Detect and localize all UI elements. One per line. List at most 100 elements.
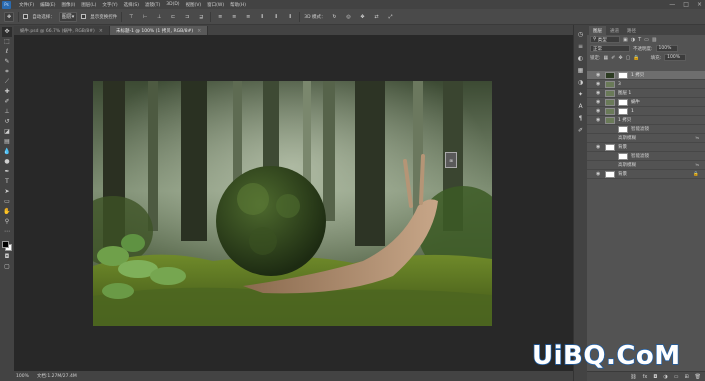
zoom-tool-icon[interactable]: ⚲: [2, 217, 12, 227]
brush-settings-icon[interactable]: ✐: [576, 127, 586, 134]
paragraph-icon[interactable]: ¶: [576, 115, 586, 122]
dodge-tool-icon[interactable]: ●: [2, 157, 12, 167]
lock-pixels-icon[interactable]: ▦: [604, 55, 609, 61]
visibility-eye-icon[interactable]: ◉: [596, 99, 602, 105]
distribute-center-icon[interactable]: ⫴: [271, 12, 281, 22]
menu-item[interactable]: 窗口(W): [207, 2, 224, 8]
menu-item[interactable]: 编辑(E): [40, 2, 55, 8]
3d-pan-icon[interactable]: ✥: [358, 12, 368, 22]
tab-paths[interactable]: 路径: [623, 26, 640, 35]
transform-handle-icon[interactable]: ⊞: [445, 152, 457, 168]
healing-tool-icon[interactable]: ✚: [2, 87, 12, 97]
tab-layers[interactable]: 图层: [589, 26, 606, 35]
screen-mode-icon[interactable]: ▢: [2, 262, 12, 272]
styles-icon[interactable]: ✦: [576, 91, 586, 98]
layer-mask-thumbnail[interactable]: [618, 71, 628, 79]
filter-smart-icon[interactable]: ▥: [652, 37, 657, 43]
filter-type-icon[interactable]: T: [638, 37, 641, 43]
align-right-icon[interactable]: ⊒: [196, 12, 206, 22]
move-tool-preset-button[interactable]: ✥: [4, 11, 15, 22]
layer-badge-icon[interactable]: 🔒: [693, 172, 699, 177]
menu-item[interactable]: 帮助(H): [230, 2, 246, 8]
foreground-color-swatch[interactable]: [2, 241, 9, 248]
layer-mask-thumbnail[interactable]: [618, 125, 628, 133]
distribute-top-icon[interactable]: ≡: [215, 12, 225, 22]
distribute-right-icon[interactable]: ⫴: [285, 12, 295, 22]
menu-item[interactable]: 视图(V): [186, 2, 202, 8]
menu-item[interactable]: 滤镜(T): [145, 2, 160, 8]
3d-scale-icon[interactable]: ⤢: [386, 12, 396, 22]
distribute-bottom-icon[interactable]: ≡: [243, 12, 253, 22]
document-canvas[interactable]: [93, 81, 492, 326]
menu-item[interactable]: 选择(S): [124, 2, 139, 8]
move-tool-icon[interactable]: ✥: [2, 27, 12, 37]
eraser-tool-icon[interactable]: ◪: [2, 127, 12, 137]
visibility-eye-icon[interactable]: ◉: [596, 117, 602, 123]
quick-select-tool-icon[interactable]: ✎: [2, 57, 12, 67]
layer-row[interactable]: ◉ 图层 1: [587, 89, 705, 98]
close-icon[interactable]: ×: [697, 1, 702, 8]
layer-row[interactable]: ◉ 1: [587, 107, 705, 116]
filter-adjustment-icon[interactable]: ◑: [631, 37, 635, 43]
layer-effect-row[interactable]: 智能滤镜: [587, 152, 705, 161]
adjustments-icon[interactable]: ◑: [576, 79, 586, 86]
more-tools-icon[interactable]: ⋯: [2, 227, 12, 237]
layer-mask-thumbnail[interactable]: [618, 152, 628, 160]
lock-artboard-icon[interactable]: ▢: [626, 55, 631, 61]
align-center-icon[interactable]: ⊐: [182, 12, 192, 22]
layer-row[interactable]: ◉ 3: [587, 80, 705, 89]
fx-icon[interactable]: fx: [643, 374, 648, 380]
visibility-eye-icon[interactable]: ◉: [596, 144, 602, 150]
align-top-icon[interactable]: ⊤: [126, 12, 136, 22]
menu-item[interactable]: 图层(L): [81, 2, 96, 8]
layer-row[interactable]: ◉ 背景: [587, 143, 705, 152]
history-brush-tool-icon[interactable]: ↺: [2, 117, 12, 127]
link-icon[interactable]: ⛓: [630, 374, 636, 380]
layer-effect-row[interactable]: 高斯模糊 ≒: [587, 134, 705, 143]
3d-slide-icon[interactable]: ⇄: [372, 12, 382, 22]
hand-tool-icon[interactable]: ✋: [2, 207, 12, 217]
show-transform-checkbox[interactable]: [81, 14, 87, 19]
maximize-icon[interactable]: □: [683, 1, 689, 8]
distribute-middle-icon[interactable]: ≡: [229, 12, 239, 22]
zoom-level[interactable]: 100%: [16, 374, 29, 379]
layer-effect-row[interactable]: 高斯模糊 ≒: [587, 161, 705, 170]
tab-untitled-1[interactable]: 未标题-1 @ 100% (1 拷贝, RGB/8#) ×: [110, 26, 209, 35]
eyedropper-tool-icon[interactable]: ⟋: [2, 77, 12, 87]
visibility-eye-icon[interactable]: ◉: [596, 108, 602, 114]
visibility-eye-icon[interactable]: ◉: [596, 90, 602, 96]
align-middle-icon[interactable]: ⊢: [140, 12, 150, 22]
shape-tool-icon[interactable]: ▭: [2, 197, 12, 207]
auto-select-checkbox[interactable]: [23, 14, 29, 19]
gradient-tool-icon[interactable]: ▤: [2, 137, 12, 147]
visibility-eye-icon[interactable]: ◉: [596, 72, 602, 78]
fill-input[interactable]: 100%: [664, 54, 687, 61]
3d-rotate-icon[interactable]: ↻: [330, 12, 340, 22]
layer-row[interactable]: ◉ 蜗牛: [587, 98, 705, 107]
menu-item[interactable]: 文件(F): [19, 2, 34, 8]
menu-item[interactable]: 图像(I): [61, 2, 75, 8]
marquee-tool-icon[interactable]: ⬚: [2, 37, 12, 47]
close-icon[interactable]: ×: [197, 28, 201, 34]
layer-mask-thumbnail[interactable]: [618, 107, 628, 115]
blend-mode-dropdown[interactable]: 正常: [590, 45, 630, 52]
path-select-tool-icon[interactable]: ➤: [2, 187, 12, 197]
tab-channels[interactable]: 通道: [606, 26, 623, 35]
close-icon[interactable]: ×: [99, 28, 103, 34]
layer-row[interactable]: ◉ 1 拷贝: [587, 116, 705, 125]
lock-all-icon[interactable]: 🔒: [633, 55, 639, 61]
3d-roll-icon[interactable]: ◎: [344, 12, 354, 22]
color-icon[interactable]: ◐: [576, 55, 586, 62]
lasso-tool-icon[interactable]: ℓ: [2, 47, 12, 57]
mask-icon[interactable]: ◘: [653, 374, 657, 380]
layer-badge-icon[interactable]: ≒: [695, 136, 699, 141]
properties-icon[interactable]: ≡: [576, 43, 586, 50]
stamp-tool-icon[interactable]: ⊥: [2, 107, 12, 117]
group-icon[interactable]: ▭: [674, 374, 679, 380]
color-swatches[interactable]: [1, 240, 13, 252]
layer-kind-dropdown[interactable]: ⚲ 类型: [590, 36, 620, 43]
tab-snail-psd[interactable]: 蜗牛.psd @ 66.7% (蜗牛, RGB/8#) ×: [14, 26, 110, 35]
brush-tool-icon[interactable]: ✐: [2, 97, 12, 107]
layer-badge-icon[interactable]: ≒: [695, 163, 699, 168]
visibility-eye-icon[interactable]: ◉: [596, 171, 602, 177]
